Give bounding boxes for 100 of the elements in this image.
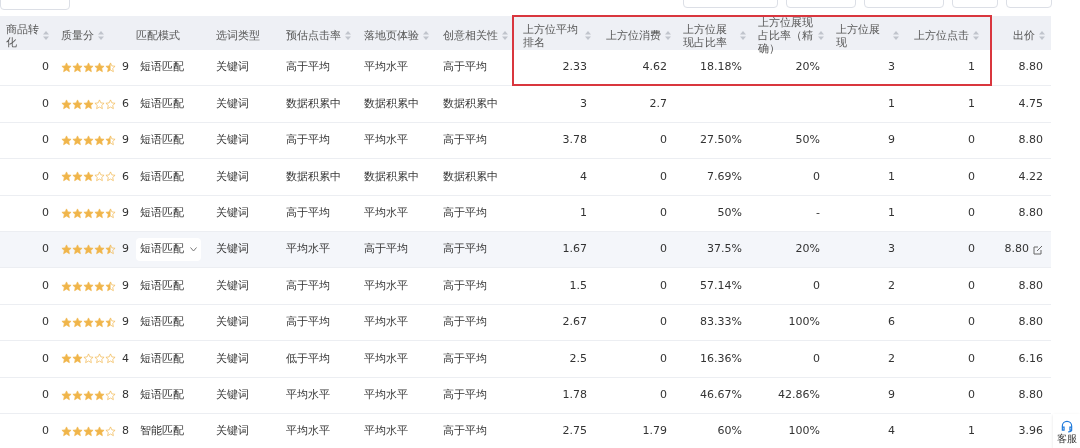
table-cell: 0: [660, 132, 667, 149]
table-cell-text: 0: [813, 277, 820, 294]
sort-icon[interactable]: [585, 31, 591, 40]
table-cell-text: 6.16: [1018, 350, 1043, 367]
column-header: 选词类型: [216, 29, 260, 42]
sort-icon[interactable]: [423, 31, 429, 40]
star-icon: [83, 134, 94, 146]
quality-score: 9: [122, 277, 129, 294]
table-cell-text: 0: [660, 168, 667, 185]
column-header: 上方位展现占比率: [683, 22, 728, 49]
sort-icon[interactable]: [345, 31, 351, 40]
star-icon: [94, 62, 105, 74]
sort-icon[interactable]: [740, 31, 746, 40]
sort-icon[interactable]: [43, 31, 49, 40]
table-cell-text: 关键词: [216, 205, 249, 221]
table-cell: 8.80: [1018, 59, 1043, 76]
column-header: 上方位点击: [914, 29, 969, 42]
table-cell-text: 数据积累中: [443, 95, 498, 112]
star-icon: [83, 62, 94, 74]
sort-icon[interactable]: [98, 31, 104, 40]
table-cell-text: 4.75: [1018, 95, 1043, 112]
table-cell-text: 2: [888, 277, 895, 294]
table-cell-text: 高于平均: [286, 277, 330, 294]
table-cell-text: 2.7: [649, 95, 667, 112]
table-cell-text: 高于平均: [443, 350, 487, 367]
sort-icon[interactable]: [502, 31, 508, 40]
table-cell-text: 数据积累中: [364, 95, 419, 112]
chevron-down-icon: [190, 247, 197, 253]
table-cell-text: 高于平均: [443, 277, 487, 294]
table-cell: 8.80: [1004, 241, 1029, 258]
edit-icon[interactable]: [1033, 244, 1043, 255]
star-icon: [72, 280, 83, 292]
star-icon: [83, 353, 94, 365]
star-icon: [72, 244, 83, 256]
star-icon: [94, 353, 105, 365]
sort-icon[interactable]: [1039, 31, 1045, 40]
table-cell-text: 1.78: [562, 386, 587, 403]
table-cell: 高于平均: [443, 132, 487, 149]
table-cell: 高于平均: [286, 59, 330, 76]
column-header: 商品转化: [6, 22, 39, 49]
table-cell: 关键词: [216, 59, 249, 76]
table-cell: 高于平均: [443, 423, 487, 440]
table-cell-text: 42.86%: [778, 386, 820, 403]
table-cell-text: 1: [888, 205, 895, 221]
search-field[interactable]: [0, 0, 70, 10]
hovered-row[interactable]: 0 9 短语匹配 关键词 平均水平 高于平均 高于平均 1.67 0 37.5% 20% 3 0 8.80: [0, 231, 1051, 269]
table-cell-text: 0: [968, 205, 975, 221]
star-icon: [72, 207, 83, 219]
table-cell: 关键词: [216, 423, 249, 440]
star-icon: [72, 316, 83, 328]
table-cell: 高于平均: [443, 59, 487, 76]
star-icon: [83, 426, 94, 438]
table-cell: 0: [42, 314, 49, 331]
table-cell: 3: [888, 241, 895, 258]
table-cell-text: 1: [888, 168, 895, 185]
table-cell-text: 0: [42, 350, 49, 367]
table-cell: 平均水平: [364, 132, 408, 149]
quality-score: 6: [122, 95, 129, 112]
table-cell-text: 0: [968, 277, 975, 294]
table-cell-text: 9: [888, 386, 895, 403]
table-cell-text: 平均水平: [364, 205, 408, 221]
star-icon: [61, 316, 72, 328]
table-cell-text: 0: [660, 350, 667, 367]
table-cell-text: 短语匹配: [139, 350, 185, 367]
table-cell: 20%: [795, 59, 820, 76]
table-cell-text: 短语匹配: [139, 314, 185, 331]
table-cell-text: 关键词: [216, 350, 249, 367]
match-dropdown[interactable]: 短语匹配: [136, 238, 201, 261]
table-cell: 0: [42, 132, 49, 149]
table-cell-text: 关键词: [216, 95, 249, 112]
star-icon: [72, 134, 83, 146]
star-icon: [61, 353, 72, 365]
sort-icon[interactable]: [973, 31, 979, 40]
table-cell: 平均水平: [364, 314, 408, 331]
quality-score: 6: [122, 168, 129, 185]
table-cell: 3: [888, 59, 895, 76]
star-icon: [105, 98, 116, 110]
star-icon: [105, 316, 116, 328]
table-cell: 9: [888, 132, 895, 149]
table-cell: 0: [42, 59, 49, 76]
star-icon: [105, 134, 116, 146]
sort-icon[interactable]: [665, 31, 671, 40]
sort-icon[interactable]: [818, 31, 824, 40]
star-icon: [61, 207, 72, 219]
table-cell-text: 短语匹配: [139, 95, 185, 112]
table-cell-text: 数据积累中: [286, 95, 341, 112]
table-cell: 100%: [788, 314, 820, 331]
column-header: 上方位展现: [836, 22, 881, 49]
table-cell-text: 8.80: [1018, 386, 1043, 403]
table-cell-text: 平均水平: [364, 386, 408, 403]
table-cell-text: 0: [660, 205, 667, 221]
table-cell-text: 短语匹配: [139, 59, 185, 76]
table-cell-text: 4: [580, 168, 587, 185]
sort-icon[interactable]: [893, 31, 899, 40]
table-cell: 高于平均: [364, 241, 408, 258]
table-cell: 0: [42, 241, 49, 258]
service-button[interactable]: 客服: [1053, 414, 1080, 448]
star-icon: [105, 426, 116, 438]
quality-score: 8: [122, 423, 129, 440]
star-icon: [105, 62, 116, 74]
